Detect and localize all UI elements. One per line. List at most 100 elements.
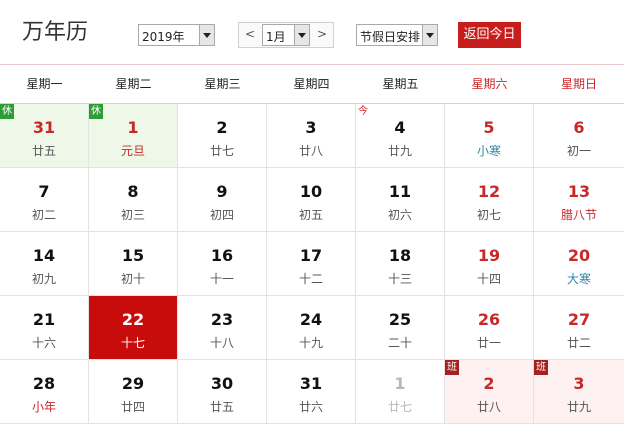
lunar-date: 十七 <box>120 336 145 350</box>
lunar-date: 小年 <box>31 400 56 414</box>
day-cell[interactable]: 30 廿五 <box>178 360 267 424</box>
day-cell[interactable]: 24 十九 <box>267 296 356 360</box>
day-cell[interactable]: 3 廿八 <box>267 104 356 168</box>
app-title: 万年历 <box>22 20 89 45</box>
lunar-date: 二十 <box>387 336 412 350</box>
year-select[interactable]: 2019年 <box>138 24 215 46</box>
lunar-date: 初四 <box>209 208 234 222</box>
day-number: 14 <box>32 246 56 265</box>
workday-badge: 班 <box>534 360 548 375</box>
day-number: 9 <box>216 182 228 201</box>
day-cell[interactable]: 1 廿七 <box>356 360 445 424</box>
day-number: 31 <box>299 374 323 393</box>
day-number: 18 <box>388 246 412 265</box>
day-cell[interactable]: 25 二十 <box>356 296 445 360</box>
lunar-date: 初五 <box>298 208 323 222</box>
back-to-today-button[interactable]: 返回今日 <box>458 22 521 48</box>
day-cell[interactable]: 18 十三 <box>356 232 445 296</box>
lunar-date: 廿八 <box>476 400 501 414</box>
lunar-date: 初一 <box>566 144 591 158</box>
day-cell[interactable]: 9 初四 <box>178 168 267 232</box>
lunar-date: 大寒 <box>566 272 591 286</box>
day-cell[interactable]: 22 十七 <box>89 296 178 360</box>
day-cell[interactable]: 28 小年 <box>0 360 89 424</box>
day-cell[interactable]: 5 小寒 <box>445 104 534 168</box>
day-number: 1 <box>127 118 139 137</box>
lunar-date: 十四 <box>476 272 501 286</box>
month-select-value: 1月 <box>266 30 286 44</box>
lunar-date: 廿九 <box>566 400 591 414</box>
day-number: 2 <box>483 374 495 393</box>
day-cell[interactable]: 23 十八 <box>178 296 267 360</box>
lunar-date: 初六 <box>387 208 412 222</box>
workday-badge: 班 <box>445 360 459 375</box>
lunar-date: 腊八节 <box>560 208 597 222</box>
weekday-label: 星期六 <box>471 77 508 91</box>
day-number: 31 <box>32 118 56 137</box>
day-number: 11 <box>388 182 412 201</box>
day-cell[interactable]: 19 十四 <box>445 232 534 296</box>
day-number: 8 <box>127 182 139 201</box>
weekday-label: 星期二 <box>115 77 152 91</box>
day-cell[interactable]: 休 31 廿五 <box>0 104 89 168</box>
month-navigator: < 1月 > <box>238 22 334 48</box>
day-cell[interactable]: 14 初九 <box>0 232 89 296</box>
day-cell[interactable]: 8 初三 <box>89 168 178 232</box>
weekday-label: 星期四 <box>293 77 330 91</box>
lunar-date: 初十 <box>120 272 145 286</box>
day-number: 23 <box>210 310 234 329</box>
day-cell[interactable]: 13 腊八节 <box>534 168 624 232</box>
lunar-date: 廿二 <box>566 336 591 350</box>
day-cell[interactable]: 11 初六 <box>356 168 445 232</box>
day-cell[interactable]: 16 十一 <box>178 232 267 296</box>
day-cell[interactable]: 21 十六 <box>0 296 89 360</box>
holiday-select[interactable]: 节假日安排 <box>356 24 438 46</box>
lunar-date: 元旦 <box>120 144 145 158</box>
day-cell[interactable]: 休 1 元旦 <box>89 104 178 168</box>
day-number: 27 <box>567 310 591 329</box>
lunar-date: 十八 <box>209 336 234 350</box>
day-number: 2 <box>216 118 228 137</box>
month-select[interactable]: 1月 <box>262 24 310 46</box>
lunar-date: 廿七 <box>387 400 412 414</box>
day-cell[interactable]: 班 3 廿九 <box>534 360 624 424</box>
day-number: 17 <box>299 246 323 265</box>
day-number: 6 <box>573 118 585 137</box>
rest-day-badge: 休 <box>0 104 14 119</box>
lunar-date: 十九 <box>298 336 323 350</box>
day-number: 4 <box>394 118 406 137</box>
day-cell[interactable]: 班 2 廿八 <box>445 360 534 424</box>
lunar-date: 廿五 <box>209 400 234 414</box>
day-cell[interactable]: 31 廿六 <box>267 360 356 424</box>
day-cell[interactable]: 17 十二 <box>267 232 356 296</box>
prev-month-button[interactable]: < <box>239 23 261 47</box>
day-cell[interactable]: 2 廿七 <box>178 104 267 168</box>
lunar-date: 廿九 <box>387 144 412 158</box>
day-cell[interactable]: 今 4 廿九 <box>356 104 445 168</box>
day-number: 30 <box>210 374 234 393</box>
calendar-grid: 休 31 廿五休 1 元旦 2 廿七 3 廿八今 4 廿九 5 小寒 6 初一 7 初二 8 初三 9 初四 10 初五 11… <box>0 104 624 424</box>
day-number: 19 <box>477 246 501 265</box>
day-number: 25 <box>388 310 412 329</box>
chevron-down-icon[interactable] <box>294 25 309 45</box>
weekday-label: 星期三 <box>204 77 241 91</box>
holiday-select-value: 节假日安排 <box>360 30 421 44</box>
lunar-date: 小寒 <box>476 144 501 158</box>
day-cell[interactable]: 10 初五 <box>267 168 356 232</box>
chevron-down-icon[interactable] <box>422 25 437 45</box>
day-cell[interactable]: 20 大寒 <box>534 232 624 296</box>
day-number: 26 <box>477 310 501 329</box>
day-number: 15 <box>121 246 145 265</box>
lunar-date: 廿六 <box>298 400 323 414</box>
day-cell[interactable]: 6 初一 <box>534 104 624 168</box>
day-number: 12 <box>477 182 501 201</box>
day-cell[interactable]: 26 廿一 <box>445 296 534 360</box>
lunar-date: 廿一 <box>476 336 501 350</box>
day-cell[interactable]: 7 初二 <box>0 168 89 232</box>
day-cell[interactable]: 12 初七 <box>445 168 534 232</box>
day-cell[interactable]: 15 初十 <box>89 232 178 296</box>
day-cell[interactable]: 27 廿二 <box>534 296 624 360</box>
day-cell[interactable]: 29 廿四 <box>89 360 178 424</box>
chevron-down-icon[interactable] <box>199 25 214 45</box>
next-month-button[interactable]: > <box>311 23 333 47</box>
